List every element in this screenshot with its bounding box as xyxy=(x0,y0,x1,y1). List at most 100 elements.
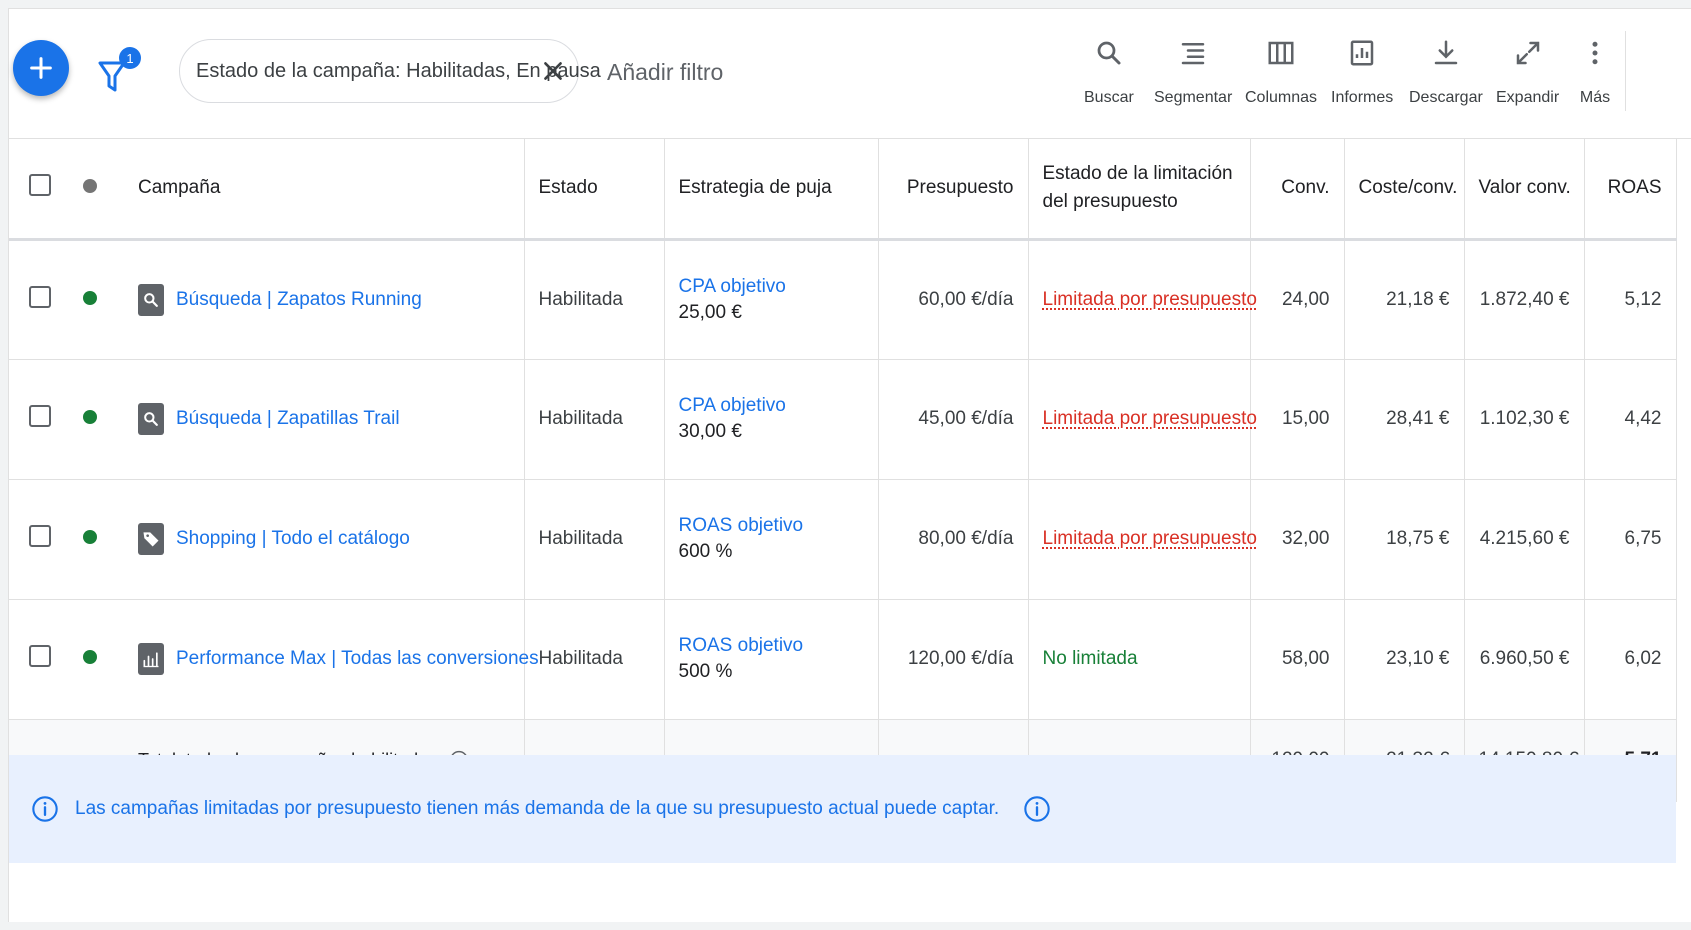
limited-status[interactable]: Limitada por presupuesto xyxy=(1043,289,1257,310)
tool-label: Segmentar xyxy=(1154,89,1233,106)
columns-button[interactable]: Columnas xyxy=(1245,35,1317,115)
campaign-cell: Performance Max | Todas las conversiones xyxy=(124,599,539,720)
conv-value-cell: 1.102,30 € xyxy=(1464,359,1585,480)
reports-icon xyxy=(1344,35,1380,71)
status-cell[interactable]: Habilitada xyxy=(524,599,665,720)
bid-target-value: 600 % xyxy=(678,541,733,562)
reports-button[interactable]: Informes xyxy=(1331,35,1393,115)
segment-button[interactable]: Segmentar xyxy=(1154,35,1232,115)
bid-strategy-cell: ROAS objetivo 500 % xyxy=(664,599,879,720)
new-campaign-button[interactable] xyxy=(13,32,69,108)
enabled-status-dot xyxy=(83,530,97,544)
tool-label: Más xyxy=(1579,89,1611,106)
limited-status[interactable]: Limitada por presupuesto xyxy=(1043,408,1257,429)
info-icon xyxy=(32,796,58,822)
table-row[interactable]: Performance Max | Todas las conversiones… xyxy=(9,599,1677,720)
header-campaign[interactable]: Campaña xyxy=(124,139,525,241)
checkbox[interactable] xyxy=(29,174,51,197)
bid-strategy-link[interactable]: ROAS objetivo xyxy=(679,635,864,657)
header-roas[interactable]: ROAS xyxy=(1584,139,1677,241)
bid-strategy-link[interactable]: ROAS objetivo xyxy=(679,515,864,537)
header-conv-value[interactable]: Valor conv. xyxy=(1464,139,1585,241)
shopping-tag-icon xyxy=(138,523,164,555)
download-button[interactable]: Descargar xyxy=(1409,35,1483,115)
more-vert-icon xyxy=(1577,35,1613,71)
expand-button[interactable]: Expandir xyxy=(1496,35,1559,115)
checkbox[interactable] xyxy=(29,405,51,427)
toolbar-divider xyxy=(1625,31,1626,111)
filter-chip-campaign-status[interactable]: Estado de la campaña: Habilitadas, En pa… xyxy=(179,39,601,103)
enabled-status-dot xyxy=(83,410,97,424)
cost-conv-cell: 18,75 € xyxy=(1344,479,1465,600)
status-cell[interactable]: Habilitada xyxy=(524,239,665,360)
more-button[interactable]: Más xyxy=(1577,35,1613,115)
campaign-cell: Shopping | Todo el catálogo xyxy=(124,479,525,600)
info-icon[interactable] xyxy=(1023,795,1051,823)
budget-limit-cell: No limitada xyxy=(1028,599,1251,720)
checkbox[interactable] xyxy=(29,285,51,308)
conv-cell: 15,00 xyxy=(1250,359,1345,480)
plus-icon xyxy=(13,40,69,96)
budget-cell[interactable]: 80,00 €/día xyxy=(878,479,1029,600)
not-limited-status: No limitada xyxy=(1042,648,1138,669)
bid-target-value: 25,00 € xyxy=(678,301,742,323)
row-select[interactable] xyxy=(9,479,73,600)
campaign-link[interactable]: Búsqueda | Zapatos Running xyxy=(176,289,422,311)
close-icon[interactable] xyxy=(540,58,566,84)
filter-count-badge: 1 xyxy=(119,47,141,69)
tool-label: Columnas xyxy=(1245,89,1318,106)
roas-cell: 6,02 xyxy=(1584,599,1677,720)
header-status[interactable]: Estado xyxy=(524,139,665,241)
columns-icon xyxy=(1263,35,1299,71)
budget-cell[interactable]: 120,00 €/día xyxy=(878,599,1029,720)
table-header-row: Campaña Estado Estrategia de puja Presup… xyxy=(9,139,1677,241)
campaign-link[interactable]: Performance Max | Todas las conversiones xyxy=(176,648,539,670)
row-status-cell xyxy=(73,239,124,360)
tool-label: Expandir xyxy=(1496,89,1560,106)
bid-strategy-cell: CPA objetivo 25,00 € xyxy=(664,239,879,360)
budget-limit-cell: Limitada por presupuesto xyxy=(1028,359,1257,480)
checkbox[interactable] xyxy=(29,525,51,547)
row-select[interactable] xyxy=(9,239,73,360)
row-select[interactable] xyxy=(9,359,73,480)
table-row[interactable]: Shopping | Todo el catálogo Habilitada R… xyxy=(9,479,1677,600)
filter-button[interactable]: 1 xyxy=(97,47,143,97)
search-icon xyxy=(1091,35,1127,71)
row-status-cell xyxy=(73,479,124,600)
search-button[interactable]: Buscar xyxy=(1084,35,1134,115)
budget-cell[interactable]: 60,00 €/día xyxy=(878,239,1029,360)
banner-message: Las campañas limitadas por presupuesto t… xyxy=(75,798,1000,819)
bid-strategy-link[interactable]: CPA objetivo xyxy=(679,395,864,417)
table-row[interactable]: Búsqueda | Zapatos Running Habilitada CP… xyxy=(9,239,1677,360)
conv-value-cell: 4.215,60 € xyxy=(1464,479,1585,600)
performance-max-icon xyxy=(138,643,164,675)
limited-status[interactable]: Limitada por presupuesto xyxy=(1043,528,1257,549)
tool-label: Informes xyxy=(1331,89,1394,106)
checkbox[interactable] xyxy=(29,645,51,667)
enabled-status-dot xyxy=(83,290,97,305)
add-filter-button[interactable]: Añadir filtro xyxy=(607,59,723,86)
search-campaign-icon xyxy=(138,403,164,435)
roas-cell: 4,42 xyxy=(1584,359,1677,480)
cost-conv-cell: 28,41 € xyxy=(1344,359,1465,480)
budget-limit-cell: Limitada por presupuesto xyxy=(1028,239,1257,360)
info-banner: Las campañas limitadas por presupuesto t… xyxy=(9,755,1676,863)
bid-strategy-link[interactable]: CPA objetivo xyxy=(679,276,864,298)
campaign-link[interactable]: Shopping | Todo el catálogo xyxy=(176,528,410,550)
bid-strategy-cell: ROAS objetivo 600 % xyxy=(664,479,879,600)
campaigns-panel: 1 Estado de la campaña: Habilitadas, En … xyxy=(8,8,1691,922)
header-conv[interactable]: Conv. xyxy=(1250,139,1345,241)
status-cell[interactable]: Habilitada xyxy=(524,359,665,480)
budget-cell[interactable]: 45,00 €/día xyxy=(878,359,1029,480)
row-select[interactable] xyxy=(9,599,73,720)
bid-target-value: 500 % xyxy=(678,661,733,682)
header-bid-strategy[interactable]: Estrategia de puja xyxy=(664,139,879,241)
status-cell[interactable]: Habilitada xyxy=(524,479,665,600)
header-budget[interactable]: Presupuesto xyxy=(878,139,1029,241)
header-select-all[interactable] xyxy=(9,139,73,241)
campaign-link[interactable]: Búsqueda | Zapatillas Trail xyxy=(176,408,400,430)
header-budget-limit[interactable]: Estado de la limitación del presupuesto xyxy=(1028,139,1251,241)
header-cost-conv[interactable]: Coste/conv. xyxy=(1344,139,1465,241)
table-row[interactable]: Búsqueda | Zapatillas Trail Habilitada C… xyxy=(9,359,1677,480)
campaign-cell: Búsqueda | Zapatillas Trail xyxy=(124,359,525,480)
